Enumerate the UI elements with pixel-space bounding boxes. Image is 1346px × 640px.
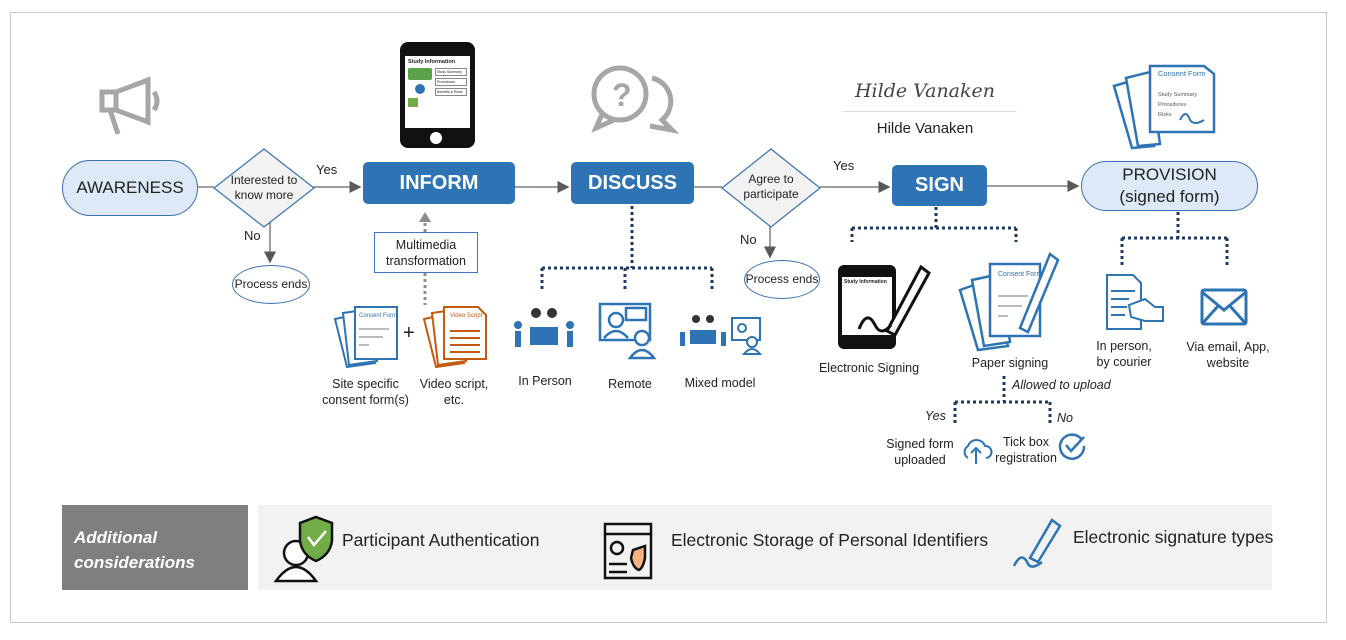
video-script-icon: Video Script — [422, 306, 487, 369]
process-ends-2: Process ends — [744, 260, 820, 299]
phone-study-info-icon: Study Information Study Summary Procedur… — [400, 42, 475, 148]
yes-label-2: Yes — [833, 158, 855, 173]
multimedia-transformation-box: Multimedia transformation — [374, 232, 478, 273]
cloud-upload-icon — [963, 439, 993, 464]
provision-branches — [1120, 212, 1229, 268]
phone-button: Procedures — [435, 78, 467, 86]
in-person-meeting-icon — [514, 308, 574, 347]
provision-title: PROVISION — [1122, 165, 1217, 184]
megaphone-icon — [98, 76, 168, 143]
option-remote: Remote — [608, 377, 652, 391]
consent-forms-label: Site specific consent form(s) — [322, 377, 409, 407]
provision-consent-title: Consent Form — [1158, 69, 1206, 78]
phone-button: Benefits & Risks — [435, 88, 467, 96]
allowed-to-upload-label: Allowed to upload — [1012, 378, 1111, 392]
printed-name: Hilde Vanaken — [876, 120, 974, 137]
awareness-node: AWARENESS — [62, 160, 198, 216]
email-envelope-icon — [1200, 288, 1248, 326]
provision-subtitle: (signed form) — [1119, 187, 1220, 206]
no-label-1: No — [244, 228, 261, 243]
pen-signature-icon — [857, 264, 931, 337]
provision-node: PROVISION (signed form) — [1081, 161, 1258, 211]
option-email-app-website: Via email, App, website — [1186, 340, 1270, 370]
plus-sign: + — [403, 322, 415, 344]
arrowhead-multimedia — [419, 212, 431, 222]
paper-consent-title: Consent Form — [998, 271, 1043, 278]
discuss-branches — [540, 206, 714, 290]
upload-no-label: No — [1057, 411, 1073, 425]
sign-branches — [850, 207, 1018, 242]
phone-button: Study Summary — [435, 68, 467, 76]
video-doc-title: Video Script — [450, 313, 483, 319]
remote-meeting-icon — [598, 302, 657, 360]
consideration-signature-types: Electronic signature types — [1073, 527, 1274, 547]
no-label-2: No — [740, 232, 757, 247]
consent-item: Procedures — [1158, 102, 1186, 108]
signed-form-uploaded-label: Signed form uploaded — [886, 437, 954, 467]
consent-item: Study Summary — [1158, 92, 1197, 98]
electronic-storage-icon — [603, 522, 653, 580]
decision-2-label: Agree to participate — [743, 172, 799, 201]
consideration-authentication: Participant Authentication — [342, 530, 540, 550]
consideration-electronic-storage: Electronic Storage of Personal Identifie… — [671, 530, 989, 550]
check-circle-icon — [1058, 433, 1086, 460]
decision-1-label: Interested to know more — [230, 173, 298, 202]
option-in-person: In Person — [518, 374, 572, 388]
electronic-signature-pen-icon — [1012, 518, 1062, 568]
phone-title: Study Information — [408, 59, 456, 65]
signature-line — [842, 111, 1017, 112]
option-mixed-model: Mixed model — [684, 376, 756, 390]
paper-signing-label: Paper signing — [971, 356, 1049, 370]
consent-doc-title: Consent Form — [359, 313, 397, 319]
discuss-node: DISCUSS — [571, 162, 694, 204]
tick-box-registration-label: Tick box registration — [995, 435, 1057, 465]
inform-node: INFORM — [363, 162, 515, 204]
sign-node: SIGN — [892, 165, 987, 206]
paper-signing-icon: Consent Form — [958, 252, 1060, 352]
upload-yes-label: Yes — [925, 409, 946, 423]
handwritten-signature: Hilde Vanaken — [854, 80, 996, 102]
additional-considerations-heading: Additional considerations — [62, 505, 248, 590]
question-chat-icon: ? — [591, 65, 680, 134]
process-ends-1: Process ends — [232, 265, 310, 304]
svg-text:?: ? — [612, 77, 632, 113]
video-script-label: Video script, etc. — [419, 377, 489, 407]
option-in-person-courier: In person, by courier — [1096, 339, 1152, 369]
electronic-signing-label: Electronic Signing — [818, 361, 920, 375]
participant-authentication-icon — [273, 515, 334, 583]
document-hand-icon — [1106, 274, 1164, 330]
consent-item: Risks — [1158, 112, 1172, 118]
yes-label-1: Yes — [316, 162, 338, 177]
mixed-model-icon — [680, 315, 763, 355]
consent-forms-icon: Consent Form — [333, 306, 398, 369]
consent-form-icon: Consent Form Study Summary Procedures Risk… — [1112, 64, 1216, 150]
